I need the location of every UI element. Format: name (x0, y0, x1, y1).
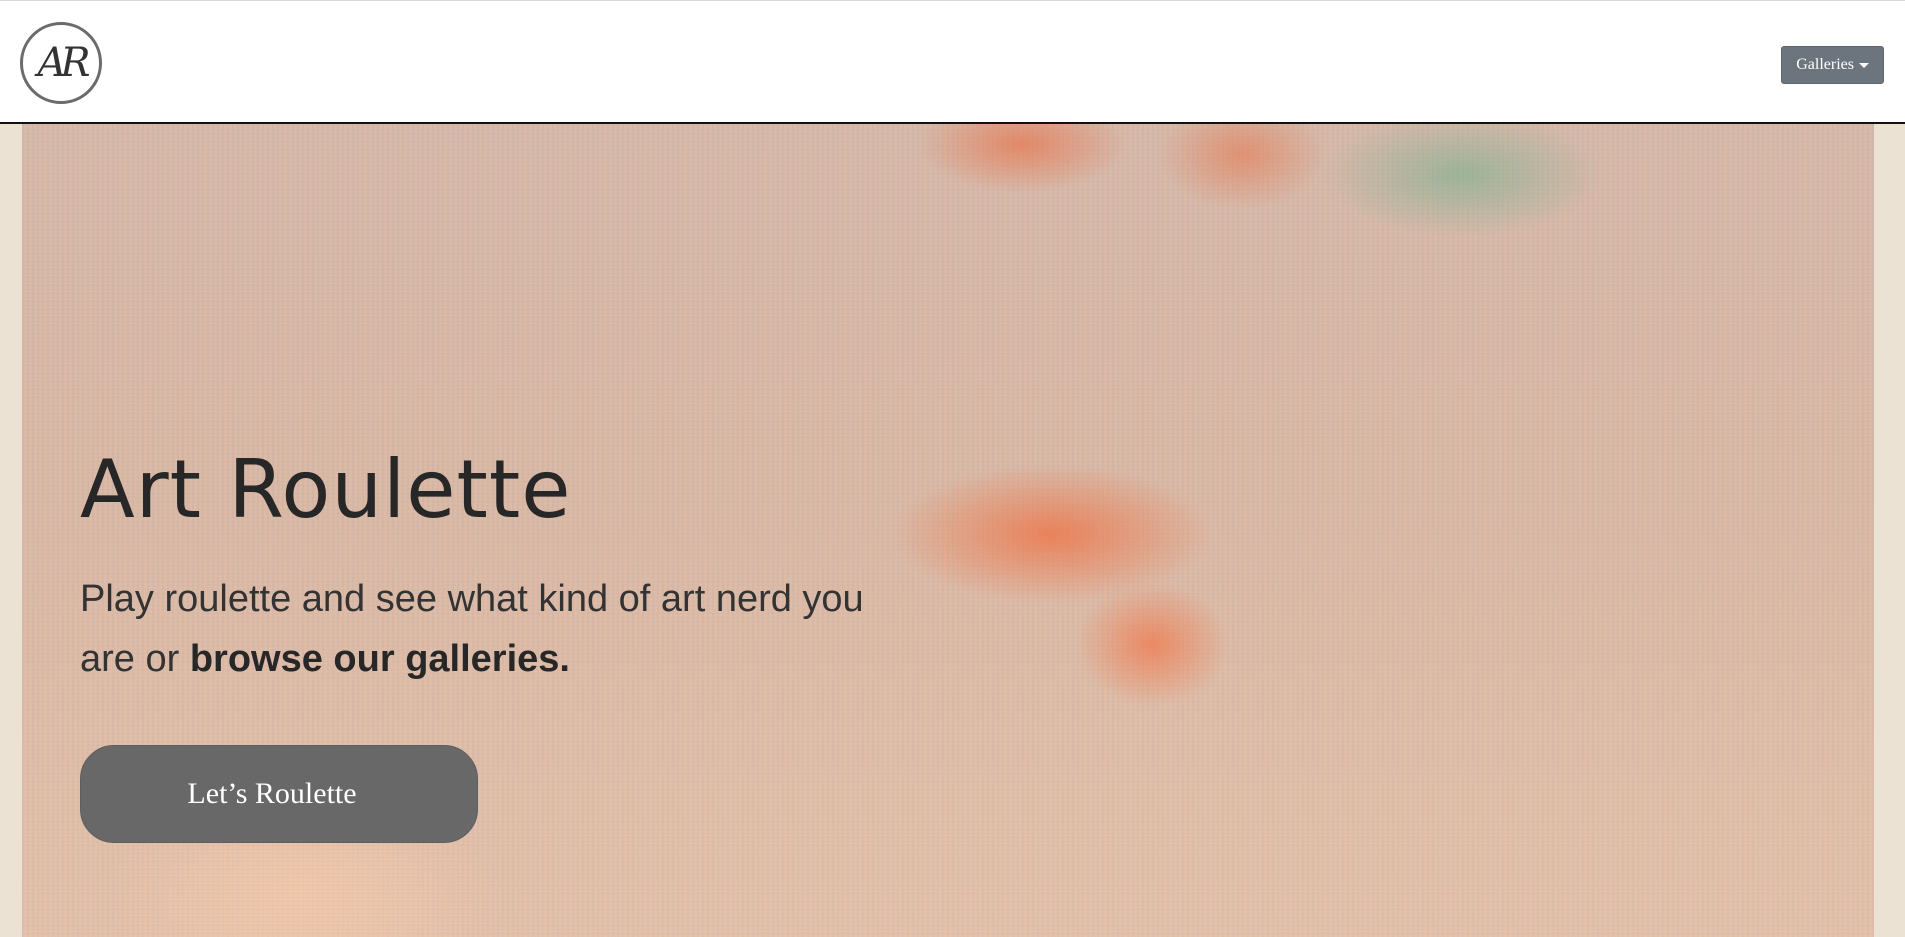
caret-down-icon (1859, 62, 1869, 68)
logo[interactable]: AR (20, 22, 102, 104)
hero-section: Art Roulette Play roulette and see what … (0, 124, 1905, 937)
browse-galleries-link[interactable]: browse our galleries. (190, 638, 570, 680)
galleries-label: Galleries (1796, 56, 1854, 73)
hero-subtitle: Play roulette and see what kind of art n… (80, 569, 880, 689)
lets-roulette-button[interactable]: Let’s Roulette (80, 745, 478, 843)
galleries-dropdown-button[interactable]: Galleries (1781, 46, 1884, 84)
top-navbar: AR Galleries (0, 0, 1905, 124)
page-title: Art Roulette (80, 443, 572, 536)
